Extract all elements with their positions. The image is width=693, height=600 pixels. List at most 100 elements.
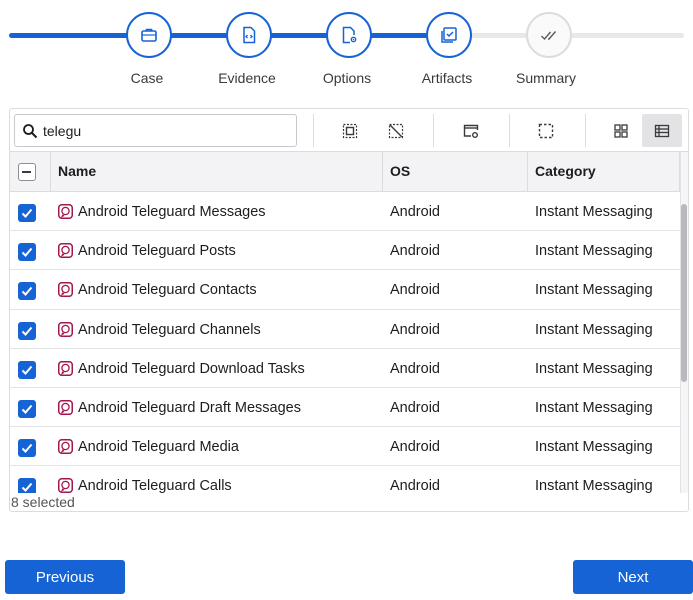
row-name: Android Teleguard Calls [78, 478, 232, 493]
grid-view-icon [614, 124, 628, 138]
teleguard-app-icon [58, 478, 73, 493]
window-settings-icon [463, 124, 479, 138]
wizard-stepper: Case Evidence Options Artifacts Summary [0, 0, 693, 95]
check-icon [21, 208, 33, 218]
column-header-os[interactable]: OS [383, 152, 528, 191]
search-input[interactable] [43, 119, 291, 143]
double-check-icon [541, 31, 557, 41]
artifacts-toolbar [10, 109, 688, 152]
table-row[interactable]: Android Teleguard Messages Android Insta… [10, 192, 680, 232]
row-category: Instant Messaging [535, 478, 653, 493]
next-button[interactable]: Next [573, 560, 693, 594]
table-row[interactable]: Android Teleguard Download Tasks Android… [10, 349, 680, 388]
search-box[interactable] [14, 114, 297, 147]
table-row[interactable]: Android Teleguard Contacts Android Insta… [10, 270, 680, 310]
step-evidence[interactable] [226, 12, 272, 58]
row-checkbox[interactable] [18, 360, 36, 379]
teleguard-app-icon [58, 321, 73, 337]
select-all-checkbox-cell [10, 152, 51, 191]
window-settings-button[interactable] [455, 116, 487, 146]
row-checkbox[interactable] [18, 243, 36, 262]
select-all-button[interactable] [334, 116, 366, 146]
check-icon [21, 404, 33, 414]
column-header-category[interactable]: Category [528, 152, 680, 191]
row-os: Android [390, 204, 440, 220]
row-os: Android [390, 399, 440, 416]
select-all-icon [342, 123, 358, 139]
row-os: Android [390, 243, 440, 260]
teleguard-app-icon [58, 204, 73, 219]
row-category: Instant Messaging [535, 321, 653, 338]
table-scrollbar[interactable] [680, 152, 688, 493]
table-row[interactable]: Android Teleguard Calls Android Instant … [10, 466, 680, 493]
step-label-options: Options [322, 70, 372, 86]
previous-button[interactable]: Previous [5, 560, 125, 594]
check-icon [21, 248, 33, 258]
table-row[interactable]: Android Teleguard Posts Android Instant … [10, 231, 680, 271]
row-os: Android [390, 282, 440, 299]
teleguard-app-icon [58, 399, 73, 415]
selection-box-button[interactable] [530, 116, 562, 146]
row-name: Android Teleguard Download Tasks [78, 360, 305, 377]
row-name: Android Teleguard Media [78, 439, 239, 456]
deselect-all-button[interactable] [380, 116, 412, 146]
row-name: Android Teleguard Channels [78, 321, 261, 338]
step-case[interactable] [126, 12, 172, 58]
briefcase-icon [141, 28, 157, 42]
row-name: Android Teleguard Messages [78, 204, 266, 220]
row-name: Android Teleguard Contacts [78, 282, 257, 299]
teleguard-app-icon [58, 439, 73, 455]
scrollbar-thumb[interactable] [681, 204, 687, 382]
table-row[interactable]: Android Teleguard Media Android Instant … [10, 427, 680, 467]
row-category: Instant Messaging [535, 243, 653, 260]
step-options[interactable] [326, 12, 372, 58]
step-summary[interactable] [526, 12, 572, 58]
row-checkbox[interactable] [18, 478, 36, 493]
step-artifacts[interactable] [426, 12, 472, 58]
row-category: Instant Messaging [535, 399, 653, 416]
row-category: Instant Messaging [535, 360, 653, 377]
row-checkbox[interactable] [18, 204, 36, 222]
file-gear-icon [342, 26, 357, 44]
toolbar-divider [433, 114, 434, 147]
toolbar-divider [585, 114, 586, 147]
grid-view-button[interactable] [605, 116, 637, 146]
row-checkbox[interactable] [18, 399, 36, 418]
column-header-name[interactable]: Name [51, 152, 383, 191]
table-body: Android Teleguard Messages Android Insta… [10, 192, 680, 493]
check-icon [21, 483, 33, 493]
step-label-artifacts: Artifacts [421, 70, 473, 86]
select-all-checkbox[interactable] [18, 163, 36, 181]
check-icon [21, 287, 33, 297]
selected-count: 8 selected [11, 494, 75, 510]
row-os: Android [390, 439, 440, 456]
artifacts-panel: Name OS Category Android Teleguard Messa… [9, 108, 689, 512]
check-icon [21, 443, 33, 454]
table-row[interactable]: Android Teleguard Channels Android Insta… [10, 310, 680, 349]
artifacts-table: Name OS Category Android Teleguard Messa… [10, 151, 688, 493]
step-label-summary: Summary [516, 70, 576, 86]
row-checkbox[interactable] [18, 439, 36, 458]
table-row[interactable]: Android Teleguard Draft Messages Android… [10, 388, 680, 428]
row-os: Android [390, 360, 440, 377]
teleguard-app-icon [58, 243, 73, 259]
row-category: Instant Messaging [535, 282, 653, 299]
list-view-icon [654, 124, 670, 137]
file-code-icon [243, 26, 256, 44]
check-icon [21, 326, 33, 336]
toolbar-divider [313, 114, 314, 147]
row-name: Android Teleguard Posts [78, 243, 236, 260]
deselect-icon [388, 123, 404, 139]
row-os: Android [390, 321, 440, 338]
step-label-evidence: Evidence [218, 70, 276, 86]
selection-box-icon [538, 123, 554, 139]
row-os: Android [390, 478, 440, 493]
row-category: Instant Messaging [535, 204, 653, 220]
step-label-case: Case [130, 70, 164, 86]
list-view-button[interactable] [642, 114, 682, 147]
checklist-icon [441, 27, 457, 43]
row-name: Android Teleguard Draft Messages [78, 399, 301, 416]
row-checkbox[interactable] [18, 321, 36, 340]
row-checkbox[interactable] [18, 282, 36, 301]
teleguard-app-icon [58, 360, 73, 376]
